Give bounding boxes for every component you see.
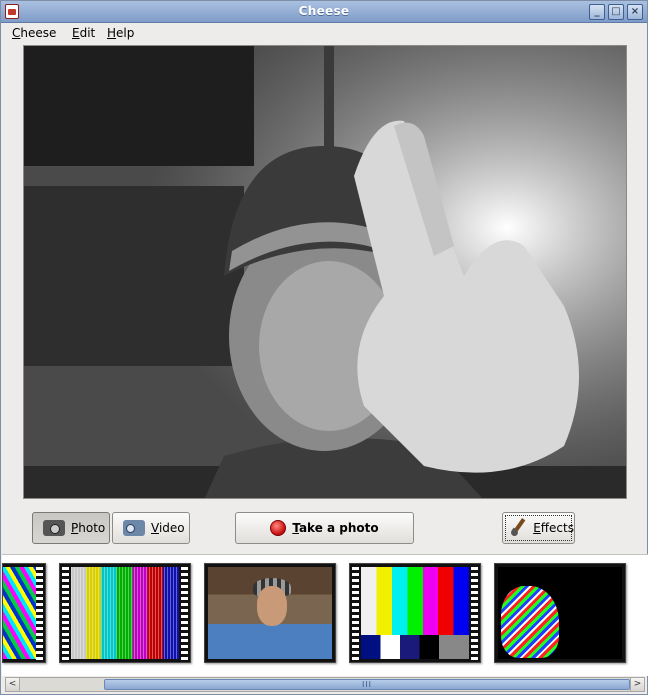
film-perforation — [36, 564, 43, 662]
close-button[interactable]: × — [627, 4, 643, 20]
title-bar[interactable]: Cheese _ □ × — [1, 1, 647, 23]
menu-bar: Cheese Edit Help — [1, 23, 647, 44]
webcam-image — [24, 46, 626, 498]
take-photo-label: Take a photo — [292, 521, 379, 535]
film-perforation — [352, 564, 359, 662]
horizontal-scrollbar[interactable]: < III > — [5, 677, 645, 692]
menu-help[interactable]: Help — [107, 26, 134, 40]
scroll-right-arrow-icon[interactable]: > — [630, 678, 644, 691]
thumbnail-item[interactable] — [59, 563, 191, 663]
thumbnail-item[interactable] — [494, 563, 626, 663]
film-perforation — [181, 564, 188, 662]
film-perforation — [62, 564, 69, 662]
window-title: Cheese — [298, 4, 350, 18]
video-camera-icon — [123, 520, 145, 536]
thumbnail-item[interactable] — [349, 563, 481, 663]
photo-mode-button[interactable]: Photo — [32, 512, 110, 544]
video-mode-button[interactable]: Video — [112, 512, 190, 544]
record-icon — [270, 520, 287, 536]
video-button-label: Video — [151, 521, 185, 535]
thumbnail-item[interactable] — [204, 563, 336, 663]
thumbnail-face — [257, 586, 287, 626]
maximize-button[interactable]: □ — [608, 4, 624, 20]
cheese-window: Cheese _ □ × Cheese Edit Help Photo Vide… — [0, 0, 648, 695]
paintbrush-icon — [509, 518, 528, 538]
take-photo-button[interactable]: Take a photo — [235, 512, 414, 544]
thumbnail-strip[interactable] — [2, 554, 648, 676]
film-perforation — [471, 564, 478, 662]
scroll-left-arrow-icon[interactable]: < — [6, 678, 20, 691]
thumbnail-image — [71, 567, 179, 659]
scrollbar-thumb[interactable]: III — [104, 679, 630, 690]
effects-label: Effects — [533, 521, 574, 535]
colorbar-bottom — [361, 635, 469, 659]
effects-button[interactable]: Effects — [502, 512, 575, 544]
webcam-preview — [23, 45, 627, 499]
photo-button-label: Photo — [71, 521, 106, 535]
menu-cheese[interactable]: Cheese — [12, 26, 56, 40]
thumbnail-effect-shape — [501, 586, 559, 658]
camera-icon — [43, 520, 65, 536]
thumbnail-item[interactable] — [2, 563, 46, 663]
minimize-button[interactable]: _ — [589, 4, 605, 20]
menu-edit[interactable]: Edit — [72, 26, 95, 40]
